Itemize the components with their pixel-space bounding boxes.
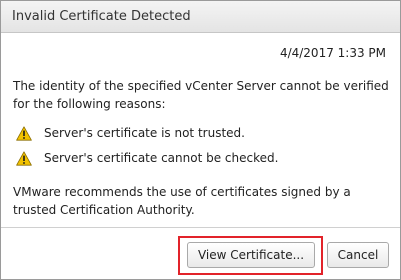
- recommendation-text: VMware recommends the use of certificate…: [13, 185, 351, 217]
- reason-item: Server's certificate cannot be checked.: [16, 150, 386, 168]
- cancel-button[interactable]: Cancel: [327, 242, 389, 268]
- dialog-titlebar[interactable]: Invalid Certificate Detected: [1, 1, 400, 33]
- warning-icon: [16, 151, 32, 166]
- dialog-body: 4/4/2017 1:33 PM The identity of the spe…: [1, 34, 400, 227]
- view-certificate-button[interactable]: View Certificate...: [187, 242, 315, 268]
- timestamp: 4/4/2017 1:33 PM: [279, 46, 386, 60]
- reason-item: Server's certificate is not trusted.: [16, 125, 386, 143]
- reason-text: Server's certificate cannot be checked.: [44, 151, 279, 165]
- message-text: The identity of the specified vCenter Se…: [13, 79, 389, 111]
- dialog-title: Invalid Certificate Detected: [12, 9, 191, 24]
- warning-icon: [16, 126, 32, 141]
- dialog-footer: View Certificate... Cancel: [1, 227, 400, 279]
- reason-text: Server's certificate is not trusted.: [44, 126, 245, 140]
- invalid-certificate-dialog: Invalid Certificate Detected 4/4/2017 1:…: [0, 0, 401, 280]
